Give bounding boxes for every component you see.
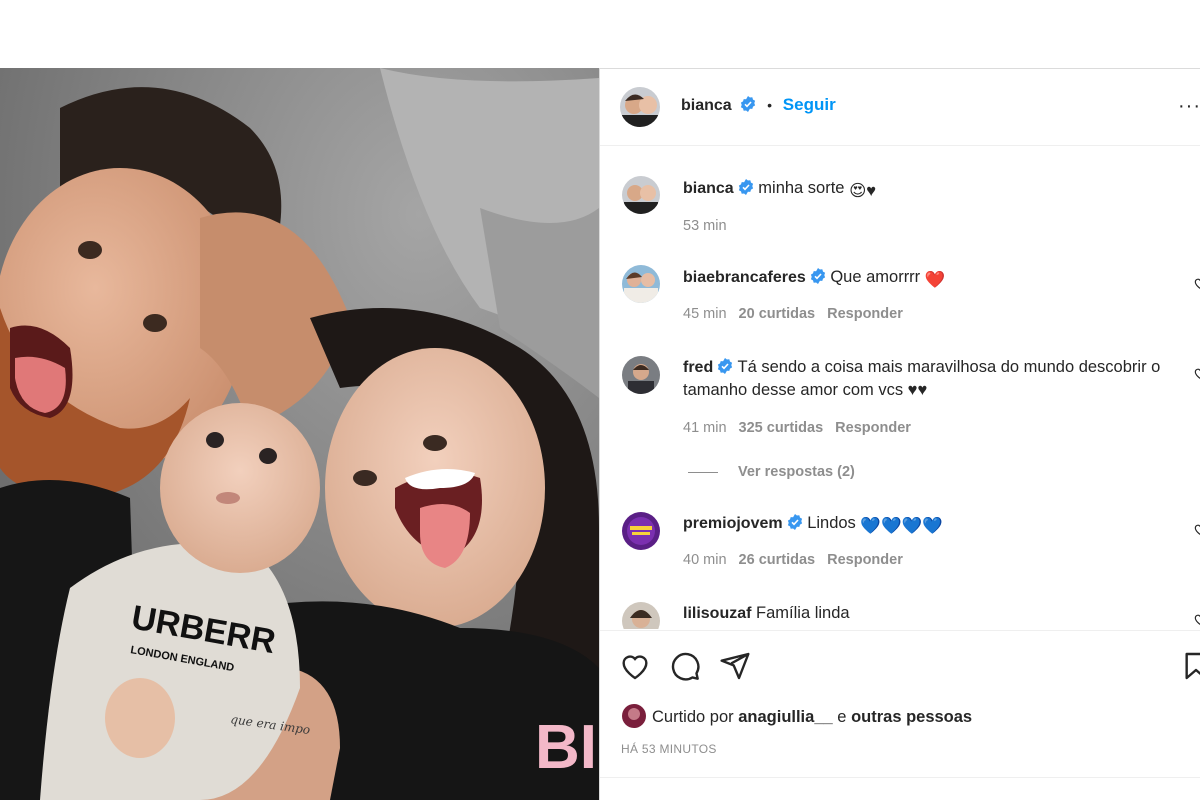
liked-by-line: Curtido por anagiullia__ e outras pessoa… — [622, 704, 972, 728]
commenter-avatar[interactable] — [622, 356, 660, 394]
liked-prefix: Curtido por — [652, 708, 734, 726]
commenter-username[interactable]: lilisouzaf — [683, 605, 751, 622]
comment-meta: 40 min 26 curtidas Responder — [683, 552, 903, 568]
reply-button[interactable]: Responder — [835, 420, 911, 436]
post-side-panel: bianca • Seguir ··· bianca minha sorte 😍… — [599, 68, 1200, 800]
post-header: bianca • Seguir ··· — [600, 69, 1200, 146]
caption-time[interactable]: 53 min — [683, 218, 727, 234]
verified-badge-icon — [718, 358, 733, 374]
liked-user[interactable]: anagiullia__ — [738, 708, 832, 726]
woman-shirt-text: BI — [535, 713, 597, 782]
comment-like-heart-icon[interactable] — [1193, 522, 1200, 536]
comments-list[interactable]: bianca minha sorte 😍♥ 53 min biaebrancaf… — [600, 146, 1200, 629]
commenter-avatar[interactable] — [622, 512, 660, 550]
view-replies-button[interactable]: Ver respostas (2) — [688, 464, 855, 480]
liked-others[interactable]: outras pessoas — [851, 708, 972, 726]
post-timestamp[interactable]: HÁ 53 MINUTOS — [621, 742, 717, 756]
liked-and: e — [837, 708, 847, 726]
commenter-avatar-image — [622, 265, 660, 303]
comment-time[interactable]: 45 min — [683, 306, 727, 322]
commenter-avatar-image — [622, 512, 660, 550]
commenter-avatar[interactable] — [622, 265, 660, 303]
post-photo[interactable]: URBERR LONDON ENGLAND BI que era impo — [0, 68, 599, 800]
comment-emoji: 💙💙💙💙 — [860, 517, 943, 535]
caption-text-line: bianca minha sorte 😍♥ — [683, 177, 1173, 203]
author-avatar[interactable] — [620, 87, 660, 127]
liker-avatar-image — [622, 704, 646, 728]
commenter-avatar-image — [622, 602, 660, 629]
comment-text-line: fred Tá sendo a coisa mais maravilhosa d… — [683, 356, 1173, 402]
caption-meta: 53 min — [683, 218, 727, 234]
more-options-icon[interactable]: ··· — [1178, 95, 1200, 118]
caption-emoji: 😍♥ — [849, 182, 877, 200]
caption-avatar[interactable] — [622, 176, 660, 214]
commenter-username[interactable]: fred — [683, 359, 713, 376]
comment-like-heart-icon[interactable] — [1193, 612, 1200, 626]
share-icon[interactable] — [719, 650, 751, 682]
commenter-username[interactable]: premiojovem — [683, 515, 783, 532]
comment-text: Lindos — [807, 514, 856, 532]
post-photo-illustration: URBERR LONDON ENGLAND BI que era impo — [0, 68, 599, 800]
comment-like-heart-icon[interactable] — [1193, 276, 1200, 290]
separator-dot: • — [767, 97, 773, 113]
commenter-username[interactable]: biaebrancaferes — [683, 269, 806, 286]
caption-text: minha sorte — [758, 179, 845, 197]
caption-avatar-image — [622, 176, 660, 214]
commenter-avatar-image — [622, 356, 660, 394]
author-username[interactable]: bianca — [681, 97, 732, 114]
comment-text: Família linda — [756, 604, 850, 622]
comment-likes[interactable]: 26 curtidas — [739, 552, 816, 568]
post-actions: Curtido por anagiullia__ e outras pessoa… — [600, 630, 1200, 802]
comment-text-line: biaebrancaferes Que amorrrr ❤️ — [683, 266, 1173, 292]
follow-button[interactable]: Seguir — [783, 95, 836, 114]
comment-text: Que amorrrr — [830, 268, 921, 286]
commenter-avatar[interactable] — [622, 602, 660, 629]
comment-likes[interactable]: 325 curtidas — [739, 420, 824, 436]
like-heart-icon[interactable] — [619, 650, 651, 682]
reply-button[interactable]: Responder — [827, 306, 903, 322]
reply-button[interactable]: Responder — [827, 552, 903, 568]
comment-time[interactable]: 40 min — [683, 552, 727, 568]
author-avatar-image — [620, 87, 660, 127]
verified-badge-icon — [787, 514, 802, 530]
verified-badge-icon — [738, 179, 753, 195]
comment-icon[interactable] — [669, 650, 701, 682]
comment-meta: 45 min 20 curtidas Responder — [683, 306, 903, 322]
liker-avatar[interactable] — [622, 704, 646, 728]
comment-text-line: premiojovem Lindos 💙💙💙💙 — [683, 512, 1173, 538]
comment-text: Tá sendo a coisa mais maravilhosa do mun… — [683, 358, 1161, 399]
verified-badge-icon — [810, 268, 825, 284]
comment-meta: 41 min 325 curtidas Responder — [683, 420, 911, 436]
comment-likes[interactable]: 20 curtidas — [739, 306, 816, 322]
header-user-line: bianca • Seguir — [681, 95, 836, 115]
comment-text-line: lilisouzaf Família linda — [683, 602, 1173, 625]
top-bar — [0, 0, 1200, 68]
verified-badge-icon — [741, 96, 756, 112]
save-bookmark-icon[interactable] — [1180, 650, 1200, 682]
comment-like-heart-icon[interactable] — [1193, 366, 1200, 380]
caption-username[interactable]: bianca — [683, 180, 734, 197]
replies-divider — [688, 471, 718, 473]
comment-time[interactable]: 41 min — [683, 420, 727, 436]
comment-emoji: ❤️ — [924, 271, 946, 289]
divider — [600, 777, 1200, 778]
view-replies-label: Ver respostas (2) — [738, 464, 855, 480]
